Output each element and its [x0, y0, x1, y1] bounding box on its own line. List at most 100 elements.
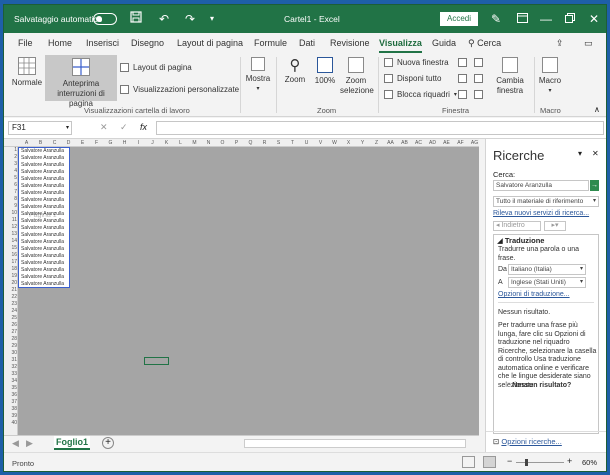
row-header[interactable]: 4: [5, 168, 17, 174]
column-header[interactable]: N: [202, 140, 215, 146]
row-header[interactable]: 35: [5, 385, 17, 391]
column-header[interactable]: B: [34, 140, 47, 146]
data-cell[interactable]: Salvatore Aranzulla: [21, 260, 64, 266]
tab-visualizza[interactable]: Visualizza: [379, 38, 422, 53]
add-sheet-icon[interactable]: +: [102, 437, 114, 449]
row-header[interactable]: 3: [5, 161, 17, 167]
reset-position-icon[interactable]: [474, 90, 483, 99]
row-header[interactable]: 22: [5, 294, 17, 300]
column-header[interactable]: AA: [384, 140, 397, 146]
data-cell[interactable]: Salvatore Aranzulla: [21, 211, 64, 217]
pane-close-icon[interactable]: ✕: [592, 149, 599, 158]
column-header[interactable]: AG: [468, 140, 479, 146]
side-by-side-icon[interactable]: [474, 58, 483, 67]
data-cell[interactable]: Salvatore Aranzulla: [21, 148, 64, 154]
pane-options-icon[interactable]: ▾: [578, 149, 582, 158]
data-cell[interactable]: Salvatore Aranzulla: [21, 197, 64, 203]
switch-windows-button[interactable]: Cambia finestra: [492, 57, 528, 96]
column-header[interactable]: M: [188, 140, 201, 146]
column-header[interactable]: Z: [370, 140, 383, 146]
macro-button[interactable]: Macro ▾: [538, 57, 562, 96]
row-header[interactable]: 27: [5, 329, 17, 335]
collapse-ribbon-icon[interactable]: ∧: [594, 105, 600, 114]
zoom-selection-button[interactable]: Zoom selezione: [340, 57, 374, 96]
column-header[interactable]: AC: [412, 140, 425, 146]
customize-qat-icon[interactable]: ▾: [204, 11, 220, 27]
normal-view-status-icon[interactable]: [462, 456, 475, 468]
save-icon[interactable]: [128, 11, 144, 27]
arrange-all-button[interactable]: Disponi tutto: [384, 74, 441, 83]
data-cell[interactable]: Salvatore Aranzulla: [21, 225, 64, 231]
to-language-select[interactable]: Inglese (Stati Uniti) ▾: [508, 277, 586, 288]
column-header[interactable]: L: [174, 140, 187, 146]
translation-options-link[interactable]: Opzioni di traduzione...: [498, 291, 598, 300]
active-cell[interactable]: [144, 357, 169, 365]
data-cell[interactable]: Salvatore Aranzulla: [21, 169, 64, 175]
minimize-icon[interactable]: —: [538, 11, 554, 27]
search-go-button[interactable]: →: [590, 180, 599, 191]
next-sheet-icon[interactable]: ▶: [26, 438, 33, 449]
ribbon-display-icon[interactable]: [514, 11, 530, 27]
column-header[interactable]: H: [118, 140, 131, 146]
data-cell[interactable]: Salvatore Aranzulla: [21, 162, 64, 168]
row-header[interactable]: 6: [5, 182, 17, 188]
row-header[interactable]: 16: [5, 252, 17, 258]
tab-disegno[interactable]: Disegno: [131, 38, 164, 48]
column-header[interactable]: AF: [454, 140, 467, 146]
row-header[interactable]: 14: [5, 238, 17, 244]
column-header[interactable]: X: [342, 140, 355, 146]
row-header[interactable]: 10: [5, 210, 17, 216]
page-break-status-icon[interactable]: [483, 456, 496, 468]
redo-icon[interactable]: ↷: [182, 11, 198, 27]
prev-sheet-icon[interactable]: ◀: [12, 438, 19, 449]
maximize-icon[interactable]: [562, 11, 578, 27]
data-cell[interactable]: Salvatore Aranzulla: [21, 232, 64, 238]
data-cell[interactable]: Salvatore Aranzulla: [21, 246, 64, 252]
data-cell[interactable]: Salvatore Aranzulla: [21, 183, 64, 189]
reference-source-select[interactable]: Tutto il materiale di riferimento ▾: [493, 196, 599, 207]
row-header[interactable]: 28: [5, 336, 17, 342]
row-header[interactable]: 7: [5, 189, 17, 195]
row-header[interactable]: 26: [5, 322, 17, 328]
column-header[interactable]: W: [328, 140, 341, 146]
share-icon[interactable]: ⇪: [556, 38, 564, 49]
row-header[interactable]: 40: [5, 420, 17, 426]
freeze-panes-button[interactable]: Blocca riquadri ▾: [384, 90, 457, 99]
tab-revisione[interactable]: Revisione: [330, 38, 370, 48]
comments-icon[interactable]: ▭: [584, 38, 593, 49]
column-header[interactable]: R: [258, 140, 271, 146]
column-header[interactable]: Q: [244, 140, 257, 146]
close-icon[interactable]: ✕: [586, 11, 602, 27]
row-header[interactable]: 9: [5, 203, 17, 209]
tab-layout-di-pagina[interactable]: Layout di pagina: [177, 38, 243, 48]
column-header[interactable]: G: [104, 140, 117, 146]
column-header[interactable]: K: [160, 140, 173, 146]
data-cell[interactable]: Salvatore Aranzulla: [21, 281, 64, 287]
page-break-preview-button[interactable]: Anteprima interruzioni di pagina: [45, 55, 117, 108]
column-header[interactable]: Y: [356, 140, 369, 146]
row-header[interactable]: 32: [5, 364, 17, 370]
row-header[interactable]: 12: [5, 224, 17, 230]
data-cell[interactable]: Salvatore Aranzulla: [21, 267, 64, 273]
column-header[interactable]: AB: [398, 140, 411, 146]
data-cell[interactable]: Salvatore Aranzulla: [21, 274, 64, 280]
row-header[interactable]: 36: [5, 392, 17, 398]
row-header[interactable]: 19: [5, 273, 17, 279]
autosave-toggle[interactable]: [93, 13, 117, 25]
column-header[interactable]: C: [48, 140, 61, 146]
signin-button[interactable]: Accedi: [440, 12, 478, 26]
cancel-icon[interactable]: ✕: [100, 122, 108, 133]
row-header[interactable]: 15: [5, 245, 17, 251]
row-header[interactable]: 17: [5, 259, 17, 265]
row-header[interactable]: 23: [5, 301, 17, 307]
show-button[interactable]: Mostra ▾: [245, 57, 271, 94]
row-header[interactable]: 8: [5, 196, 17, 202]
zoom-out-icon[interactable]: −: [507, 456, 512, 466]
row-header[interactable]: 11: [5, 217, 17, 223]
row-header[interactable]: 18: [5, 266, 17, 272]
zoom-in-icon[interactable]: +: [567, 456, 572, 466]
column-header[interactable]: D: [62, 140, 75, 146]
column-header[interactable]: A: [20, 140, 33, 146]
row-header[interactable]: 24: [5, 308, 17, 314]
column-header[interactable]: J: [146, 140, 159, 146]
